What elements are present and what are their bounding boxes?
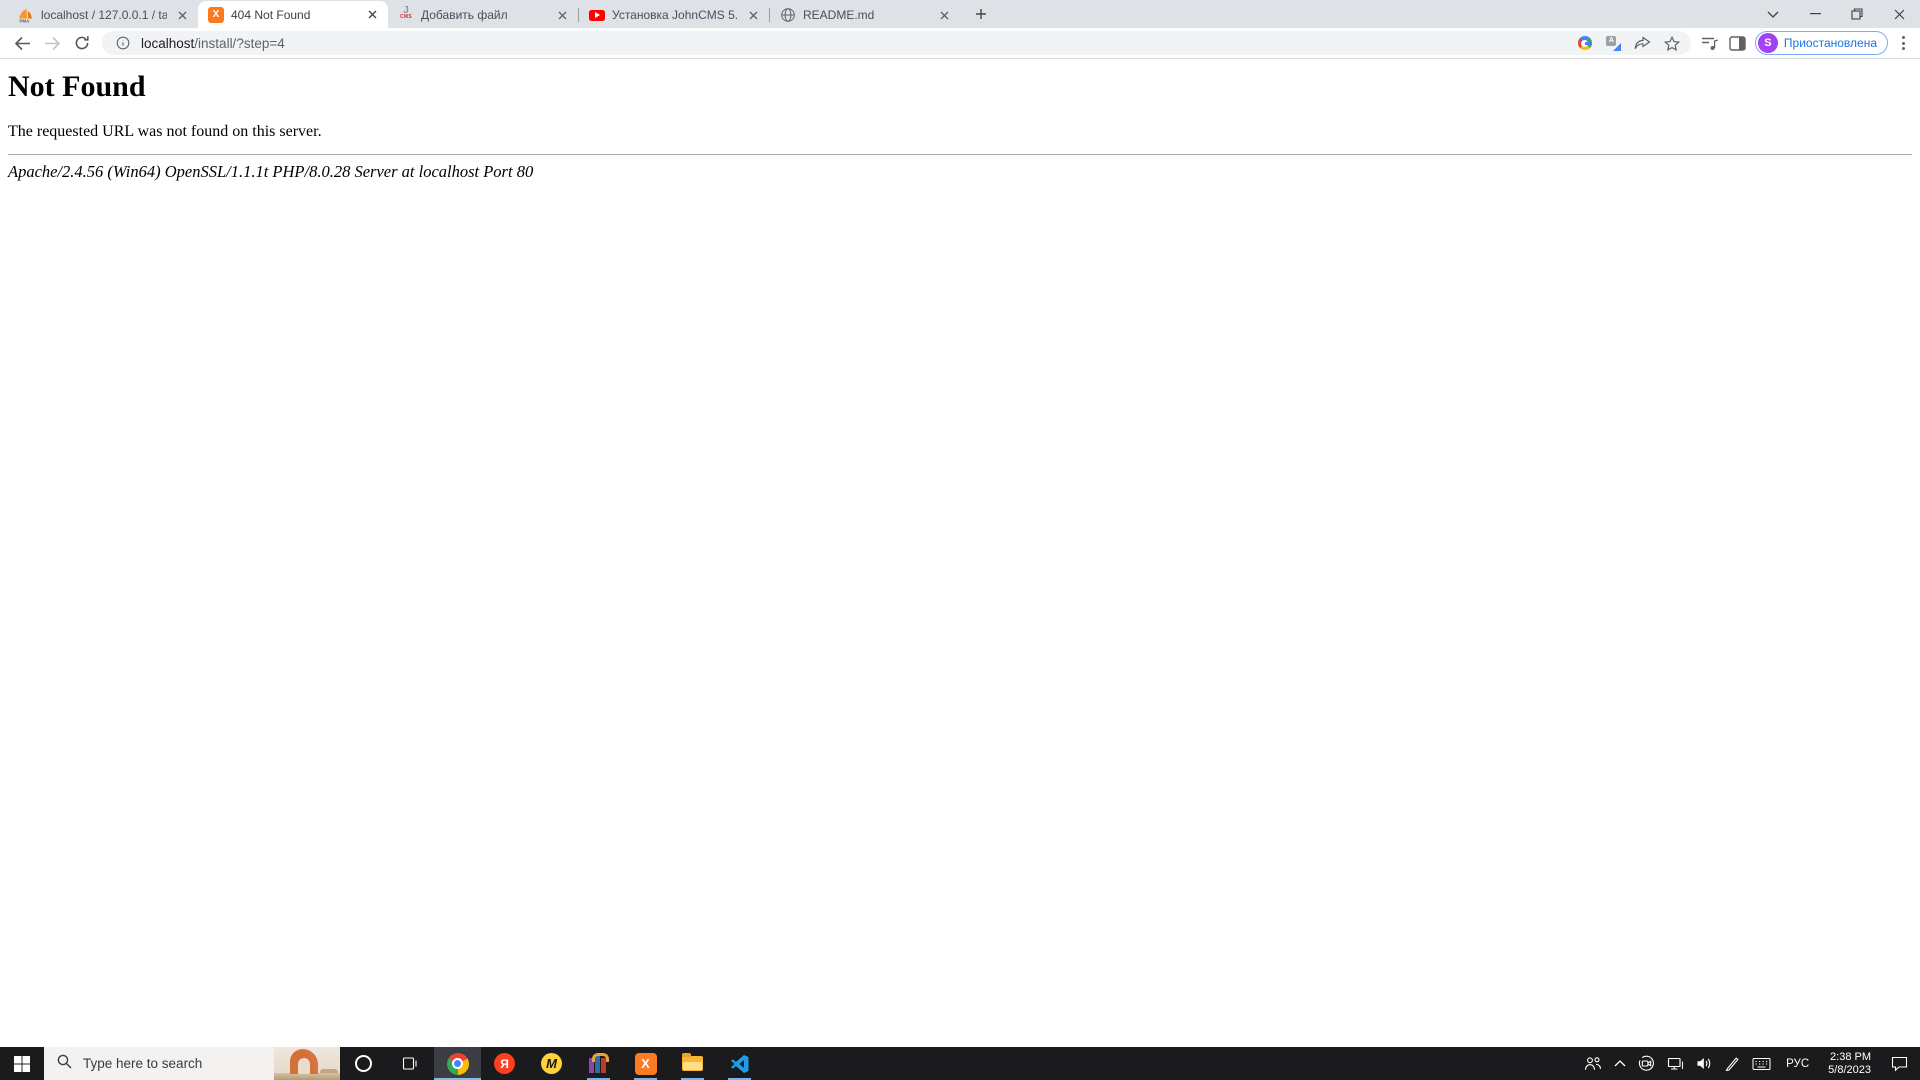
error-message: The requested URL was not found on this … xyxy=(8,123,1912,141)
page-info-icon[interactable] xyxy=(112,32,134,54)
avatar: S xyxy=(1758,33,1778,53)
phpmyadmin-icon: PMA xyxy=(18,7,34,23)
globe-icon xyxy=(780,7,796,23)
tab-phpmyadmin[interactable]: PMA localhost / 127.0.0.1 / takewap | p xyxy=(8,2,198,28)
vscode-icon xyxy=(730,1054,750,1074)
url-path: /install/?step=4 xyxy=(194,36,284,51)
new-tab-button[interactable] xyxy=(968,1,994,27)
url-host: localhost xyxy=(141,36,194,51)
tab-404-not-found[interactable]: X 404 Not Found xyxy=(198,1,388,28)
tab-youtube-johncms[interactable]: Установка JohnCMS 5.2.1 - YouT xyxy=(579,2,769,28)
chrome-icon xyxy=(447,1053,469,1075)
close-window-button[interactable] xyxy=(1878,0,1920,28)
taskbar-file-explorer-button[interactable] xyxy=(669,1047,716,1080)
youtube-icon xyxy=(589,10,605,21)
yandex-browser-icon: Я xyxy=(494,1053,515,1074)
close-tab-icon[interactable] xyxy=(364,7,380,23)
windows-taskbar: Я M X xyxy=(0,1047,1920,1080)
tab-title: Установка JohnCMS 5.2.1 - YouT xyxy=(612,8,738,22)
close-tab-icon[interactable] xyxy=(745,7,761,23)
task-view-button[interactable] xyxy=(387,1047,434,1080)
file-explorer-icon xyxy=(682,1056,703,1071)
sync-status-label: Приостановлена xyxy=(1784,36,1877,50)
meet-now-icon[interactable] xyxy=(1632,1047,1661,1080)
close-tab-icon[interactable] xyxy=(936,7,952,23)
network-icon[interactable] xyxy=(1661,1047,1690,1080)
page-content: Not Found The requested URL was not foun… xyxy=(0,59,1920,1047)
search-highlight-image[interactable] xyxy=(274,1047,340,1080)
clock-time: 2:38 PM xyxy=(1828,1051,1871,1064)
tab-title: README.md xyxy=(803,8,929,22)
cortana-icon xyxy=(355,1055,372,1072)
tab-title: 404 Not Found xyxy=(231,8,357,22)
forward-button[interactable] xyxy=(38,29,66,57)
taskbar-chrome-button[interactable] xyxy=(434,1047,481,1080)
media-controls-icon[interactable] xyxy=(1699,32,1721,54)
url-text: localhost/install/?step=4 xyxy=(141,36,1567,51)
browser-window: PMA localhost / 127.0.0.1 / takewap | p … xyxy=(0,0,1920,1047)
touch-keyboard-icon[interactable] xyxy=(1746,1047,1777,1080)
browser-toolbar: localhost/install/?step=4 A S Приостанов… xyxy=(0,28,1920,59)
page-title: Not Found xyxy=(8,70,1912,104)
tab-search-chevron-icon[interactable] xyxy=(1752,0,1794,28)
show-hidden-icons-chevron[interactable] xyxy=(1608,1047,1632,1080)
taskbar-winrar-button[interactable] xyxy=(575,1047,622,1080)
system-tray: РУС 2:38 PM 5/8/2023 xyxy=(1578,1047,1920,1080)
minimize-button[interactable] xyxy=(1794,0,1836,28)
toolbar-right-cluster: S Приостановлена xyxy=(1699,31,1912,55)
search-input[interactable] xyxy=(81,1055,231,1072)
taskbar-xampp-button[interactable]: X xyxy=(622,1047,669,1080)
side-panel-icon[interactable] xyxy=(1727,32,1749,54)
volume-icon[interactable] xyxy=(1690,1047,1719,1080)
johncms-icon: J CMS xyxy=(398,7,414,23)
close-tab-icon[interactable] xyxy=(174,7,190,23)
taskbar-m-app-button[interactable]: M xyxy=(528,1047,575,1080)
google-g-icon[interactable] xyxy=(1574,32,1596,54)
window-controls xyxy=(1752,0,1920,28)
taskbar-vscode-button[interactable] xyxy=(716,1047,763,1080)
share-icon[interactable] xyxy=(1632,32,1654,54)
profile-sync-paused-pill[interactable]: S Приостановлена xyxy=(1755,31,1888,55)
reload-button[interactable] xyxy=(68,29,96,57)
start-button[interactable] xyxy=(0,1047,44,1080)
winrar-icon xyxy=(589,1055,608,1073)
back-button[interactable] xyxy=(8,29,36,57)
restore-button[interactable] xyxy=(1836,0,1878,28)
xampp-icon: X xyxy=(208,7,224,23)
clock-date: 5/8/2023 xyxy=(1828,1064,1871,1077)
action-center-icon[interactable] xyxy=(1881,1047,1920,1080)
language-indicator[interactable]: РУС xyxy=(1777,1047,1818,1080)
tab-strip: PMA localhost / 127.0.0.1 / takewap | p … xyxy=(0,0,1920,28)
clock[interactable]: 2:38 PM 5/8/2023 xyxy=(1818,1047,1881,1080)
m-app-icon: M xyxy=(541,1053,562,1074)
translate-icon[interactable]: A xyxy=(1603,32,1625,54)
close-tab-icon[interactable] xyxy=(554,7,570,23)
browser-menu-icon[interactable] xyxy=(1894,32,1912,54)
task-view-icon xyxy=(402,1056,419,1071)
cortana-button[interactable] xyxy=(340,1047,387,1080)
server-signature: Apache/2.4.56 (Win64) OpenSSL/1.1.1t PHP… xyxy=(8,162,1912,182)
address-bar[interactable]: localhost/install/?step=4 A xyxy=(102,31,1691,55)
tab-add-file[interactable]: J CMS Добавить файл xyxy=(388,2,578,28)
search-icon xyxy=(57,1054,72,1074)
tab-readme[interactable]: README.md xyxy=(770,2,960,28)
tab-title: localhost / 127.0.0.1 / takewap | p xyxy=(41,8,167,22)
svg-text:PMA: PMA xyxy=(20,19,31,24)
tab-title: Добавить файл xyxy=(421,8,547,22)
taskbar-yandex-button[interactable]: Я xyxy=(481,1047,528,1080)
divider xyxy=(8,154,1912,155)
bookmark-star-icon[interactable] xyxy=(1661,32,1683,54)
xampp-icon: X xyxy=(635,1053,657,1075)
taskbar-search[interactable] xyxy=(44,1047,340,1080)
pen-icon[interactable] xyxy=(1719,1047,1746,1080)
people-icon[interactable] xyxy=(1578,1047,1608,1080)
